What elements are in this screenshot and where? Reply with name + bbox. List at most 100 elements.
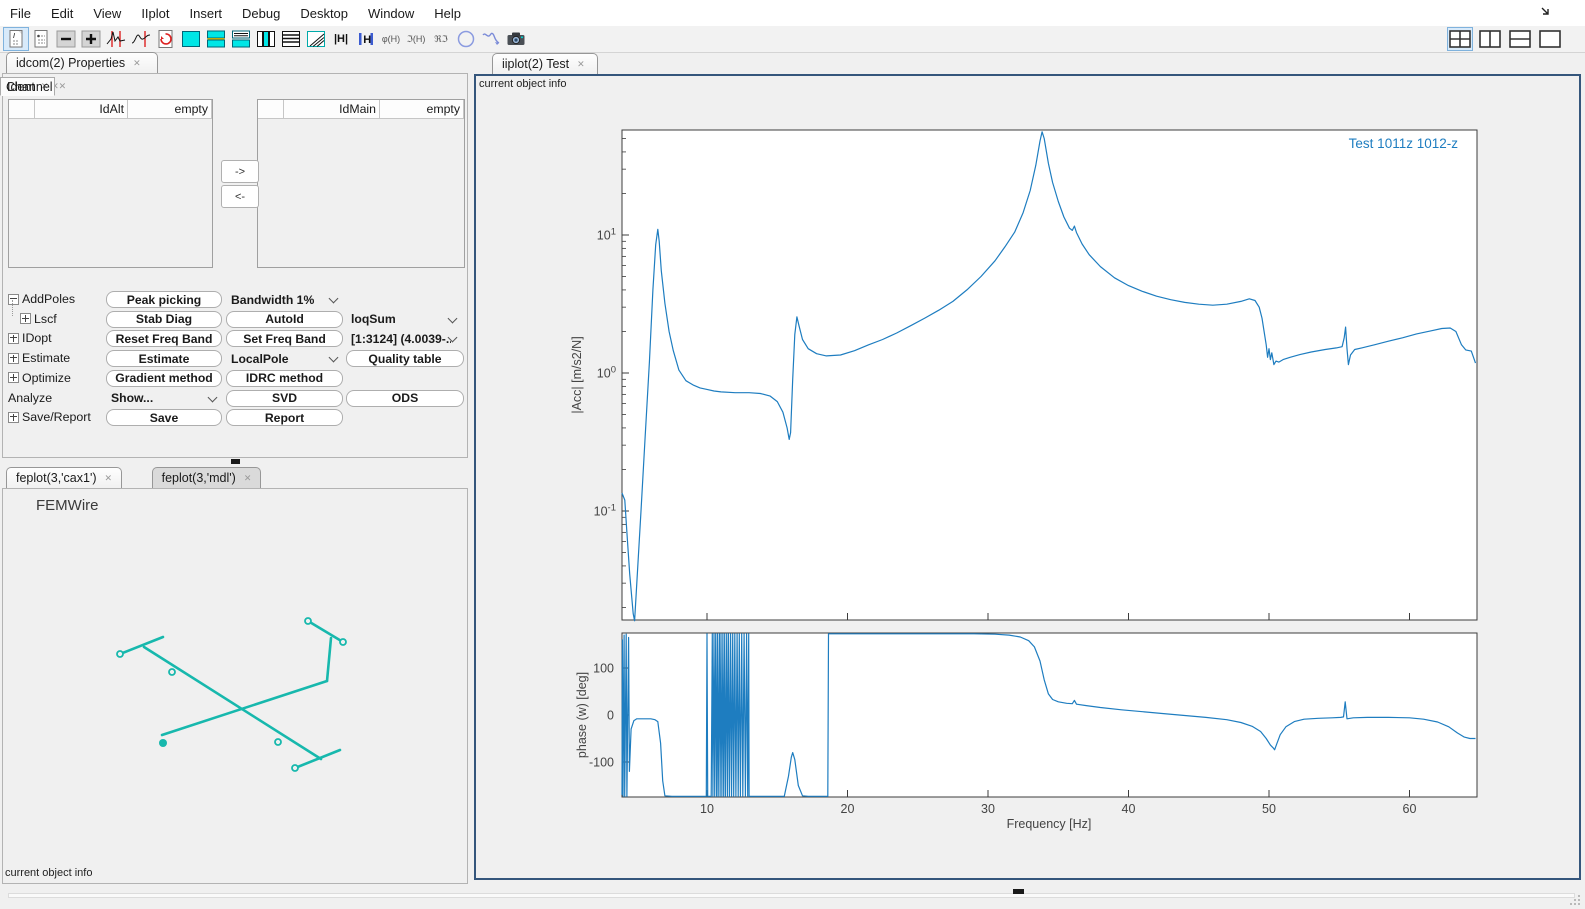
dropdown-localpole[interactable]: LocalPole — [226, 350, 343, 367]
vertical-splitter-handle[interactable] — [231, 459, 240, 464]
single-subplot-icon[interactable] — [179, 28, 203, 50]
nyquist-circle-icon[interactable] — [454, 28, 478, 50]
idalt-listbox[interactable]: IdAltempty — [8, 99, 213, 268]
tree-item-estimate[interactable]: Estimate — [8, 351, 70, 365]
bottom-splitter[interactable] — [8, 893, 1575, 898]
dropdown-bandwidth-1-[interactable]: Bandwidth 1% — [226, 291, 343, 308]
wire-node — [305, 618, 311, 624]
idcom-properties-icon[interactable] — [29, 28, 53, 50]
tab-iiplot-test[interactable]: iiplot(2) Test ✕ — [492, 53, 598, 74]
expander-icon[interactable] — [8, 372, 19, 383]
column-header-empty[interactable]: empty — [128, 100, 212, 118]
tree-item-addpoles[interactable]: AddPoles — [8, 292, 75, 306]
imag-icon[interactable]: ℑ(H) — [404, 28, 428, 50]
menu-debug[interactable]: Debug — [232, 0, 290, 26]
tab-feplot-3-cax1-[interactable]: feplot(3,'cax1')✕ — [6, 467, 122, 488]
button-set-freq-band[interactable]: Set Freq Band — [226, 330, 343, 347]
expander-icon[interactable] — [8, 333, 19, 344]
resize-grip[interactable] — [1569, 894, 1581, 906]
tree-item-lscf[interactable]: Lscf — [20, 312, 57, 326]
zoom-in-icon[interactable] — [79, 28, 103, 50]
bottom-subplot-icon[interactable] — [229, 28, 253, 50]
femwire-viewport[interactable] — [55, 555, 415, 815]
button-quality-table[interactable]: Quality table — [346, 350, 464, 367]
close-icon[interactable]: ✕ — [105, 474, 113, 483]
idmain-listbox[interactable]: IdMainempty — [257, 99, 465, 268]
snapshot-camera-icon[interactable] — [504, 28, 528, 50]
button-autoid[interactable]: AutoId — [226, 311, 343, 328]
column-header-IdMain[interactable]: IdMain — [284, 100, 380, 118]
x-tick-label: 10 — [700, 802, 714, 816]
tree-item-analyze[interactable]: Analyze — [8, 391, 52, 405]
expander-icon[interactable] — [8, 353, 19, 364]
dropdown--1-3124-4-0039-[interactable]: [1:3124] (4.0039-... — [346, 330, 464, 347]
expander-icon[interactable] — [20, 313, 31, 324]
tab-idcom-properties[interactable]: idcom(2) Properties ✕ — [6, 52, 158, 73]
horizontal-splitter-handle[interactable] — [1013, 889, 1024, 894]
two-rows-subplot-icon[interactable] — [204, 28, 228, 50]
wire-segment — [120, 637, 163, 654]
tree-item-idopt[interactable]: IDopt — [8, 331, 52, 345]
button-estimate[interactable]: Estimate — [106, 350, 222, 367]
menu-iiplot[interactable]: IIplot — [131, 0, 179, 26]
column-header-empty[interactable]: empty — [380, 100, 464, 118]
dropdown-show-[interactable]: Show... — [106, 390, 222, 407]
iiplot-properties-icon[interactable]: I — [4, 28, 28, 50]
move-right-button[interactable]: -> — [221, 160, 259, 183]
button-reset-freq-band[interactable]: Reset Freq Band — [106, 330, 222, 347]
expander-icon[interactable] — [8, 412, 19, 423]
tree-item-optimize[interactable]: Optimize — [8, 371, 71, 385]
button-idrc-method[interactable]: IDRC method — [226, 370, 343, 387]
tab-feplot-3-mdl-[interactable]: feplot(3,'mdl')✕ — [152, 467, 262, 488]
menu-help[interactable]: Help — [424, 0, 471, 26]
phase-icon[interactable]: φ(H) — [379, 28, 403, 50]
button-stab-diag[interactable]: Stab Diag — [106, 311, 222, 328]
menu-file[interactable]: File — [0, 0, 41, 26]
wire-segment — [144, 647, 321, 759]
layout-2x2-icon[interactable] — [1448, 28, 1472, 50]
wire-node-filled — [159, 739, 167, 747]
layout-columns-icon[interactable] — [1478, 28, 1502, 50]
tree-item-savereport[interactable]: Save/Report — [8, 410, 91, 424]
menu-view[interactable]: View — [83, 0, 131, 26]
peak-pick-icon[interactable] — [129, 28, 153, 50]
move-left-button[interactable]: <- — [221, 185, 259, 208]
tree-connector — [12, 300, 13, 316]
button-save[interactable]: Save — [106, 409, 222, 426]
menu-edit[interactable]: Edit — [41, 0, 83, 26]
column-header-IdAlt[interactable]: IdAlt — [35, 100, 128, 118]
column-header-blank[interactable] — [258, 100, 284, 118]
waterfall-icon[interactable] — [304, 28, 328, 50]
close-icon[interactable]: ✕ — [244, 474, 252, 483]
expander-icon[interactable] — [8, 294, 19, 305]
close-icon[interactable]: ✕ — [133, 59, 141, 68]
close-icon[interactable]: ✕ — [59, 82, 67, 91]
real-imag-icon[interactable]: ℜℑ — [429, 28, 453, 50]
layout-rows-icon[interactable] — [1508, 28, 1532, 50]
dropdown-loqsum[interactable]: loqSum — [346, 311, 464, 328]
iiplot-axes[interactable]: 10110010-11000-100102030405060|Acc| [m/s… — [474, 74, 1581, 880]
column-header-blank[interactable] — [9, 100, 35, 118]
close-icon[interactable]: ✕ — [577, 60, 585, 69]
layout-single-icon[interactable] — [1538, 28, 1562, 50]
dock-arrow-icon[interactable] — [1539, 5, 1553, 19]
svg-text:I: I — [13, 33, 15, 40]
nyquist-curve-icon[interactable] — [479, 28, 503, 50]
zoom-out-icon[interactable] — [54, 28, 78, 50]
H-bars-icon[interactable]: H — [354, 28, 378, 50]
columns-subplot-icon[interactable] — [254, 28, 278, 50]
button-svd[interactable]: SVD — [226, 390, 343, 407]
abs-H-icon[interactable]: |H| — [329, 28, 353, 50]
button-gradient-method[interactable]: Gradient method — [106, 370, 222, 387]
menu-insert[interactable]: Insert — [180, 0, 233, 26]
button-peak-picking[interactable]: Peak picking — [106, 291, 222, 308]
refresh-icon[interactable] — [154, 28, 178, 50]
button-ods[interactable]: ODS — [346, 390, 464, 407]
wire-node — [275, 739, 281, 745]
subtab-channel[interactable]: Channel✕ — [0, 77, 72, 96]
menu-desktop[interactable]: Desktop — [290, 0, 358, 26]
button-report[interactable]: Report — [226, 409, 343, 426]
menu-window[interactable]: Window — [358, 0, 424, 26]
stacked-lines-icon[interactable] — [279, 28, 303, 50]
pole-lines-icon[interactable] — [104, 28, 128, 50]
